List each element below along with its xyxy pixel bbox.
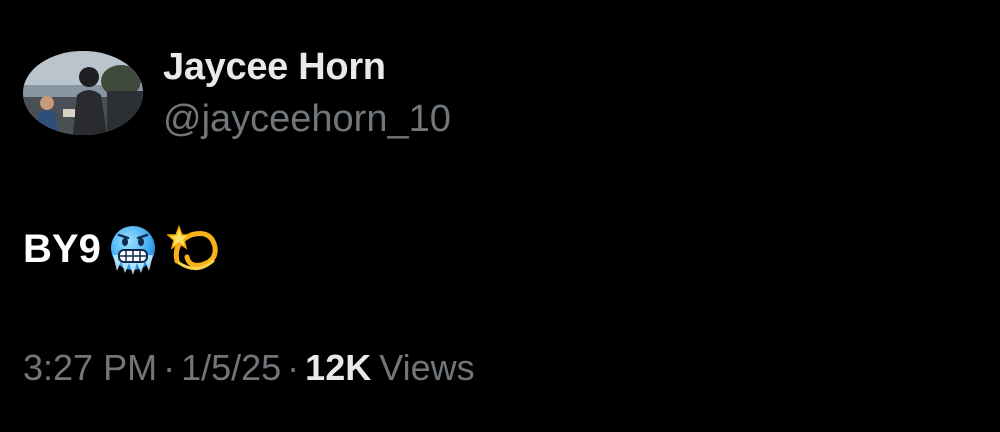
tweet-time[interactable]: 3:27 PM bbox=[23, 347, 157, 388]
profile-photo-icon bbox=[23, 51, 143, 135]
views-count: 12K bbox=[305, 347, 372, 388]
author-display-name[interactable]: Jaycee Horn bbox=[163, 44, 386, 90]
tweet-meta: 3:27 PM · 1/5/25 · 12K Views bbox=[23, 345, 475, 391]
author-handle[interactable]: @jayceehorn_10 bbox=[163, 96, 451, 142]
meta-separator: · bbox=[163, 347, 176, 388]
dizzy-emoji-icon bbox=[166, 221, 223, 277]
views-label: Views bbox=[379, 347, 475, 388]
tweet-date[interactable]: 1/5/25 bbox=[181, 347, 281, 388]
tweet-text-content: BY9 bbox=[23, 227, 101, 271]
avatar[interactable] bbox=[23, 51, 143, 135]
meta-separator: · bbox=[287, 347, 300, 388]
tweet: Jaycee Horn @jayceehorn_10 BY9 3:27 PM ·… bbox=[0, 0, 1000, 432]
tweet-text: BY9 bbox=[23, 221, 223, 277]
cold-face-emoji-icon bbox=[105, 221, 161, 277]
